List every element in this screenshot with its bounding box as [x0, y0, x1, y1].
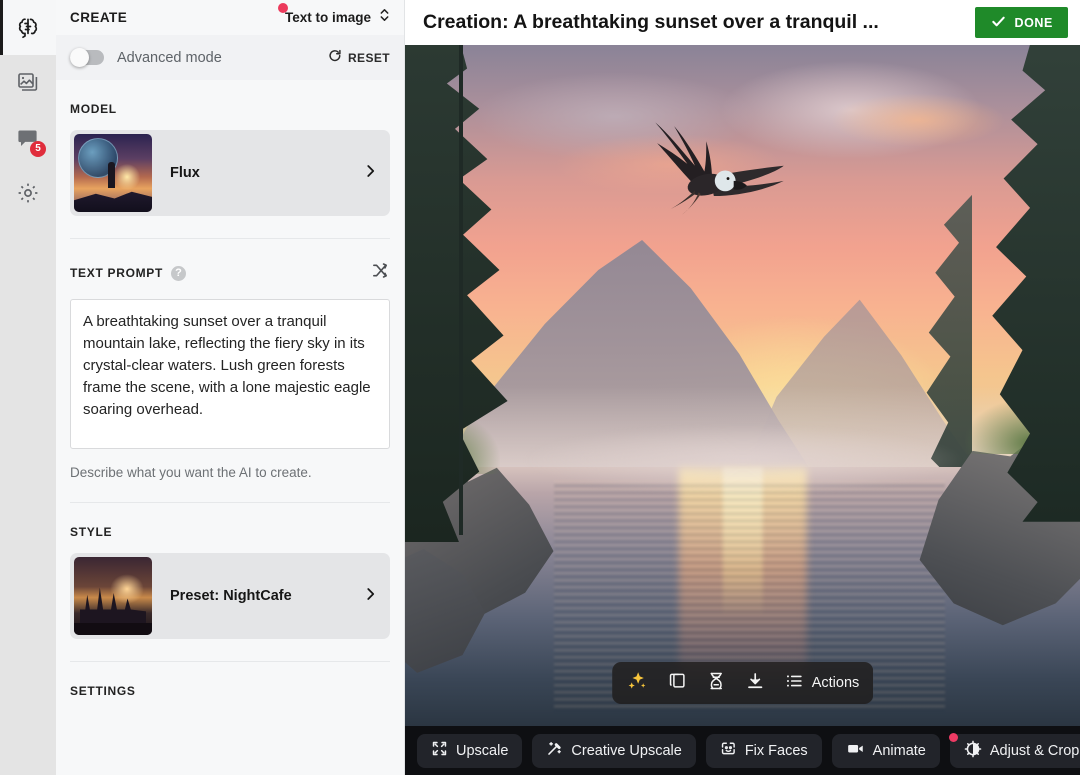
style-name: Preset: NightCafe	[170, 588, 292, 604]
creative-upscale-label: Creative Upscale	[571, 742, 682, 759]
adjust-crop-button[interactable]: Adjust & Crop	[948, 732, 1080, 768]
fix-faces-label: Fix Faces	[744, 742, 808, 759]
advanced-mode-toggle[interactable]	[70, 48, 104, 67]
style-thumbnail	[74, 557, 152, 635]
dna-icon	[706, 671, 726, 696]
gear-icon	[16, 181, 40, 205]
brain-icon	[16, 16, 40, 40]
adjust-crop-label: Adjust & Crop	[989, 742, 1080, 759]
shuffle-icon[interactable]	[371, 261, 390, 285]
adjust-crop-new-badge	[948, 732, 958, 742]
advanced-mode-row: Advanced mode RESET	[56, 35, 404, 80]
creation-stage[interactable]: Actions	[405, 45, 1080, 726]
prompt-text-value: A breathtaking sunset over a tranquil mo…	[83, 313, 375, 418]
style-section: STYLE Preset: NightCafe	[56, 503, 404, 662]
list-icon	[784, 671, 804, 696]
model-section: MODEL Flux	[56, 80, 404, 239]
style-section-label: STYLE	[70, 525, 113, 539]
generated-image	[405, 45, 1080, 726]
action-bar: Upscale Creative Upscale Fix Faces Anima…	[405, 726, 1080, 775]
upscale-button[interactable]: Upscale	[417, 733, 523, 768]
prompt-section: TEXT PROMPT ? A breathtaking sunset over…	[56, 239, 404, 503]
settings-section: SETTINGS	[56, 662, 404, 698]
create-panel: CREATE Text to image Advanced mode RESET…	[56, 0, 405, 775]
chevron-right-icon	[365, 162, 376, 185]
actions-button[interactable]: Actions	[784, 671, 860, 696]
animate-label: Animate	[872, 742, 926, 759]
help-circle-icon[interactable]: ?	[171, 265, 187, 281]
advanced-mode-label: Advanced mode	[117, 49, 222, 66]
icon-rail: 5	[0, 0, 56, 775]
expand-icon	[431, 740, 448, 761]
chat-unread-badge: 5	[30, 141, 46, 157]
contrast-icon	[964, 740, 982, 762]
prompt-hint: Describe what you want the AI to create.	[70, 465, 312, 480]
download-icon	[745, 671, 765, 696]
panel-header: CREATE Text to image	[56, 0, 404, 35]
upscale-label: Upscale	[456, 742, 509, 759]
model-card[interactable]: Flux	[70, 130, 390, 216]
animate-button[interactable]: Animate	[831, 733, 940, 768]
app-root: 5 CREATE Text to image Advanced mode RES…	[0, 0, 1080, 775]
rail-item-create[interactable]	[0, 0, 56, 55]
eagle-subject	[608, 106, 797, 256]
rail-item-chat[interactable]: 5	[0, 110, 56, 165]
model-section-label: MODEL	[70, 102, 117, 116]
done-button-label: DONE	[1014, 15, 1053, 30]
refresh-icon	[328, 49, 342, 66]
mode-selector[interactable]: Text to image	[277, 3, 390, 29]
video-camera-icon	[846, 739, 865, 762]
toggle-knob	[70, 48, 89, 67]
prompt-input[interactable]: A breathtaking sunset over a tranquil mo…	[70, 299, 390, 449]
rail-item-gallery[interactable]	[0, 55, 56, 110]
reset-label: RESET	[347, 50, 390, 65]
images-icon	[16, 71, 40, 95]
panel-title: CREATE	[70, 10, 128, 25]
main-area: Creation: A breathtaking sunset over a t…	[405, 0, 1080, 775]
check-icon	[990, 13, 1007, 33]
magic-wand-icon	[546, 740, 563, 761]
sparkles-icon	[626, 670, 648, 697]
mode-new-badge	[277, 3, 288, 13]
prompt-section-label: TEXT PROMPT	[70, 266, 164, 280]
done-button[interactable]: DONE	[975, 7, 1068, 38]
fix-faces-button[interactable]: Fix Faces	[705, 733, 822, 768]
main-header: Creation: A breathtaking sunset over a t…	[405, 0, 1080, 45]
model-thumbnail	[74, 134, 152, 212]
evolve-button[interactable]	[706, 671, 726, 696]
copy-icon	[667, 671, 687, 696]
download-button[interactable]	[745, 671, 765, 696]
actions-label: Actions	[811, 675, 860, 691]
style-card[interactable]: Preset: NightCafe	[70, 553, 390, 639]
duplicate-button[interactable]	[667, 671, 687, 696]
page-title: Creation: A breathtaking sunset over a t…	[423, 11, 879, 33]
reset-button[interactable]: RESET	[328, 49, 390, 66]
settings-section-label: SETTINGS	[70, 684, 136, 698]
face-icon	[720, 740, 737, 761]
mode-selector-label: Text to image	[284, 10, 371, 25]
creative-upscale-button[interactable]: Creative Upscale	[532, 733, 696, 768]
enhance-button[interactable]	[626, 670, 648, 697]
chevron-updown-icon	[379, 6, 390, 29]
model-name: Flux	[170, 165, 200, 181]
image-float-toolbar: Actions	[611, 662, 874, 704]
rail-item-settings[interactable]	[0, 165, 56, 220]
chevron-right-icon	[365, 585, 376, 608]
